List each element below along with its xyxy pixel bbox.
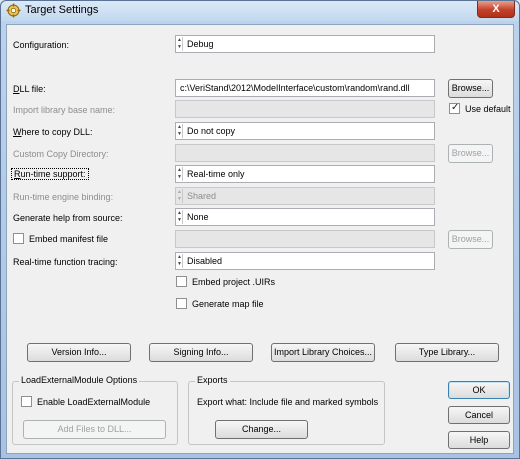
runtime-support-ring[interactable]: ▲ ▼ Real-time only [175,165,435,183]
import-library-label: Import library base name: [13,105,116,115]
runtime-binding-label: Run-time engine binding: [13,192,114,202]
import-library-input[interactable] [175,100,435,118]
type-library-button[interactable]: Type Library... [395,343,499,362]
configuration-ring[interactable]: ▲ ▼ Debug [175,35,435,53]
generate-help-value: None [187,212,209,222]
embed-manifest-input[interactable] [175,230,435,248]
import-library-choices-button[interactable]: Import Library Choices... [271,343,375,362]
load-external-module-title: LoadExternalModule Options [19,375,140,385]
gen-map-checkbox[interactable] [176,298,187,309]
custom-copy-browse-button[interactable]: Browse... [448,144,493,163]
up-down-arrows-icon: ▲ ▼ [177,124,183,138]
generate-help-ring[interactable]: ▲ ▼ None [175,208,435,226]
title-bar[interactable]: Target Settings X [1,1,519,21]
runtime-binding-ring[interactable]: ▲ ▼ Shared [175,187,435,205]
configuration-label: Configuration: [13,40,70,50]
exports-title: Exports [195,375,230,385]
load-external-module-group: LoadExternalModule Options Enable LoadEx… [12,375,178,445]
embed-uirs-label: Embed project .UIRs [192,277,276,287]
dll-file-input[interactable]: c:\VeriStand\2012\ModelInterface\custom\… [175,79,435,97]
runtime-support-value: Real-time only [187,169,245,179]
up-down-arrows-icon: ▲ ▼ [177,167,183,181]
version-info-button[interactable]: Version Info... [27,343,131,362]
dll-file-label: DLL file: [13,84,46,94]
up-down-arrows-icon: ▲ ▼ [177,189,183,203]
enable-load-external-label: Enable LoadExternalModule [37,397,151,407]
use-default-checkbox[interactable] [449,102,460,114]
close-button[interactable]: X [477,1,515,18]
rt-tracing-label: Real-time function tracing: [13,257,118,267]
rt-tracing-value: Disabled [187,256,223,266]
exports-change-button[interactable]: Change... [215,420,308,439]
where-to-copy-label: Where to copy DLL: [13,127,93,137]
up-down-arrows-icon: ▲ ▼ [177,254,183,268]
manifest-browse-button[interactable]: Browse... [448,230,493,249]
gen-map-label: Generate map file [192,299,264,309]
window-title: Target Settings [25,4,99,16]
runtime-binding-value: Shared [187,191,217,201]
add-files-to-dll-button[interactable]: Add Files to DLL... [23,420,166,439]
ok-button[interactable]: OK [448,381,510,399]
where-to-copy-value: Do not copy [187,126,236,136]
embed-uirs-checkbox[interactable] [176,276,187,287]
generate-help-label: Generate help from source: [13,213,123,223]
help-button[interactable]: Help [448,431,510,449]
runtime-support-label: Run-time support: [11,168,89,180]
cancel-button[interactable]: Cancel [448,406,510,424]
target-settings-window: Target Settings X Configuration: ▲ ▼ Debu… [0,0,520,459]
custom-copy-dir-label: Custom Copy Directory: [13,149,109,159]
signing-info-button[interactable]: Signing Info... [149,343,253,362]
enable-load-external-checkbox[interactable] [21,396,32,407]
dialog-body: Configuration: ▲ ▼ Debug DLL file: c:\Ver… [6,24,514,454]
exports-description: Export what: Include file and marked sym… [197,397,379,407]
embed-manifest-label: Embed manifest file [29,234,109,244]
custom-copy-dir-input[interactable] [175,144,435,162]
where-to-copy-ring[interactable]: ▲ ▼ Do not copy [175,122,435,140]
up-down-arrows-icon: ▲ ▼ [177,210,183,224]
use-default-label: Use default [465,104,511,114]
exports-group: Exports Export what: Include file and ma… [188,375,385,445]
dll-browse-button[interactable]: Browse... [448,79,493,98]
up-down-arrows-icon: ▲ ▼ [177,37,183,51]
configuration-value: Debug [187,39,214,49]
embed-manifest-checkbox[interactable] [13,233,24,244]
close-icon: X [492,3,500,15]
rt-tracing-ring[interactable]: ▲ ▼ Disabled [175,252,435,270]
gear-icon [6,3,21,18]
